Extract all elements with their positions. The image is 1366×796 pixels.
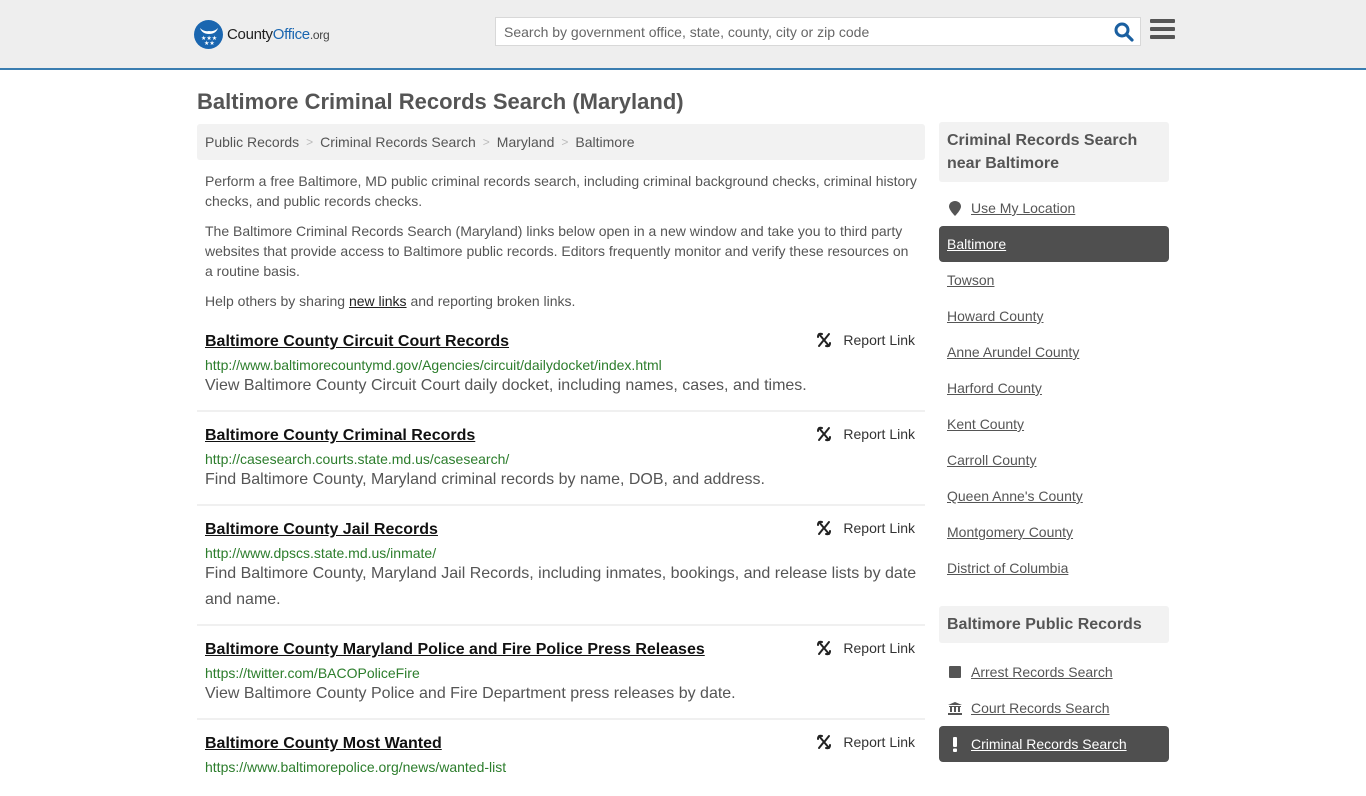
result-title-link[interactable]: Baltimore County Criminal Records	[205, 426, 475, 446]
nearby-item-montgomery-county[interactable]: Montgomery County	[939, 514, 1169, 550]
nearby-item-howard-county[interactable]: Howard County	[939, 298, 1169, 334]
result-title-link[interactable]: Baltimore County Maryland Police and Fir…	[205, 640, 705, 660]
breadcrumb-criminal-records-search[interactable]: Criminal Records Search	[320, 134, 476, 150]
nearby-item-kent-county[interactable]: Kent County	[939, 406, 1169, 442]
search-input[interactable]	[496, 18, 1096, 45]
new-links-link[interactable]: new links	[349, 293, 407, 309]
nearby-item-towson[interactable]: Towson	[939, 262, 1169, 298]
report-link-button[interactable]: Report Link	[816, 520, 915, 536]
broken-link-icon	[817, 332, 832, 348]
search-button[interactable]	[1114, 22, 1134, 42]
logo-wordmark: CountyOffice.org	[227, 26, 330, 43]
result-description: Find Baltimore County, Maryland criminal…	[205, 471, 765, 488]
site-header: ★★★ ★★ CountyOffice.org	[0, 0, 1366, 70]
use-my-location-item[interactable]: Use My Location	[939, 190, 1169, 226]
result-title-link[interactable]: Baltimore County Jail Records	[205, 520, 438, 540]
result-description: View Baltimore County Police and Fire De…	[205, 685, 736, 702]
broken-link-icon	[817, 640, 832, 656]
breadcrumb-separator: >	[482, 135, 490, 149]
public-record-item-arrest[interactable]: Arrest Records Search	[939, 654, 1169, 690]
page-title: Baltimore Criminal Records Search (Maryl…	[197, 89, 684, 114]
result-item: Baltimore County Criminal Records Report…	[197, 420, 925, 506]
result-item: Baltimore County Maryland Police and Fir…	[197, 634, 925, 720]
search-box	[495, 17, 1141, 46]
result-url: http://www.dpscs.state.md.us/inmate/	[205, 545, 437, 561]
public-records-list: Arrest Records Search Court Records Sear…	[939, 654, 1169, 762]
report-link-button[interactable]: Report Link	[816, 640, 915, 656]
broken-link-icon	[817, 734, 832, 750]
result-item: Baltimore County Most Wanted Report Link…	[197, 728, 925, 788]
nearby-item-carroll-county[interactable]: Carroll County	[939, 442, 1169, 478]
breadcrumb-separator: >	[561, 135, 569, 149]
breadcrumb: Public Records > Criminal Records Search…	[197, 124, 925, 160]
intro-paragraph-2: The Baltimore Criminal Records Search (M…	[205, 223, 909, 279]
square-icon	[947, 666, 963, 678]
public-record-item-court[interactable]: Court Records Search	[939, 690, 1169, 726]
hamburger-menu-icon[interactable]	[1150, 19, 1175, 41]
nearby-item-district-of-columbia[interactable]: District of Columbia	[939, 550, 1169, 586]
breadcrumb-public-records[interactable]: Public Records	[205, 134, 299, 150]
map-pin-icon	[947, 200, 963, 216]
results-list: Baltimore County Circuit Court Records R…	[197, 326, 925, 796]
sidebar: Criminal Records Search near Baltimore U…	[939, 122, 1169, 762]
result-item: Baltimore County Circuit Court Records R…	[197, 326, 925, 412]
breadcrumb-maryland[interactable]: Maryland	[497, 134, 555, 150]
breadcrumb-baltimore[interactable]: Baltimore	[575, 134, 634, 150]
nearby-item-queen-annes-county[interactable]: Queen Anne's County	[939, 478, 1169, 514]
result-url: https://www.baltimorepolice.org/news/wan…	[205, 759, 507, 775]
result-item: Baltimore County Jail Records Report Lin…	[197, 514, 925, 626]
exclamation-icon	[947, 736, 963, 752]
report-link-button[interactable]: Report Link	[816, 426, 915, 442]
logo-link[interactable]: ★★★ ★★ CountyOffice.org	[194, 20, 330, 49]
result-url: http://casesearch.courts.state.md.us/cas…	[205, 451, 510, 467]
courthouse-icon	[947, 701, 963, 715]
public-record-item-criminal[interactable]: Criminal Records Search	[939, 726, 1169, 762]
search-icon	[1114, 22, 1134, 42]
result-title-link[interactable]: Baltimore County Circuit Court Records	[205, 332, 509, 352]
intro-text: Perform a free Baltimore, MD public crim…	[205, 171, 920, 321]
nearby-item-harford-county[interactable]: Harford County	[939, 370, 1169, 406]
svg-text:★★: ★★	[204, 40, 215, 45]
public-records-heading: Baltimore Public Records	[939, 606, 1169, 643]
broken-link-icon	[817, 426, 832, 442]
report-link-button[interactable]: Report Link	[816, 332, 915, 348]
result-url: https://twitter.com/BACOPoliceFire	[205, 665, 420, 681]
result-url: http://www.baltimorecountymd.gov/Agencie…	[205, 357, 662, 373]
result-title-link[interactable]: Baltimore County Most Wanted	[205, 734, 442, 754]
intro-paragraph-1: Perform a free Baltimore, MD public crim…	[205, 173, 917, 209]
nearby-heading: Criminal Records Search near Baltimore	[939, 122, 1169, 182]
result-description: Find Baltimore County, Maryland Jail Rec…	[205, 565, 917, 608]
breadcrumb-separator: >	[306, 135, 314, 149]
nearby-item-anne-arundel-county[interactable]: Anne Arundel County	[939, 334, 1169, 370]
intro-paragraph-3: Help others by sharing new links and rep…	[205, 293, 576, 309]
broken-link-icon	[817, 520, 832, 536]
report-link-button[interactable]: Report Link	[816, 734, 915, 750]
nearby-list: Use My Location Baltimore Towson Howard …	[939, 190, 1169, 586]
eagle-logo-icon: ★★★ ★★	[194, 20, 223, 49]
use-my-location-link[interactable]: Use My Location	[971, 200, 1075, 216]
nearby-item-baltimore[interactable]: Baltimore	[939, 226, 1169, 262]
result-description: View Baltimore County Circuit Court dail…	[205, 377, 807, 394]
